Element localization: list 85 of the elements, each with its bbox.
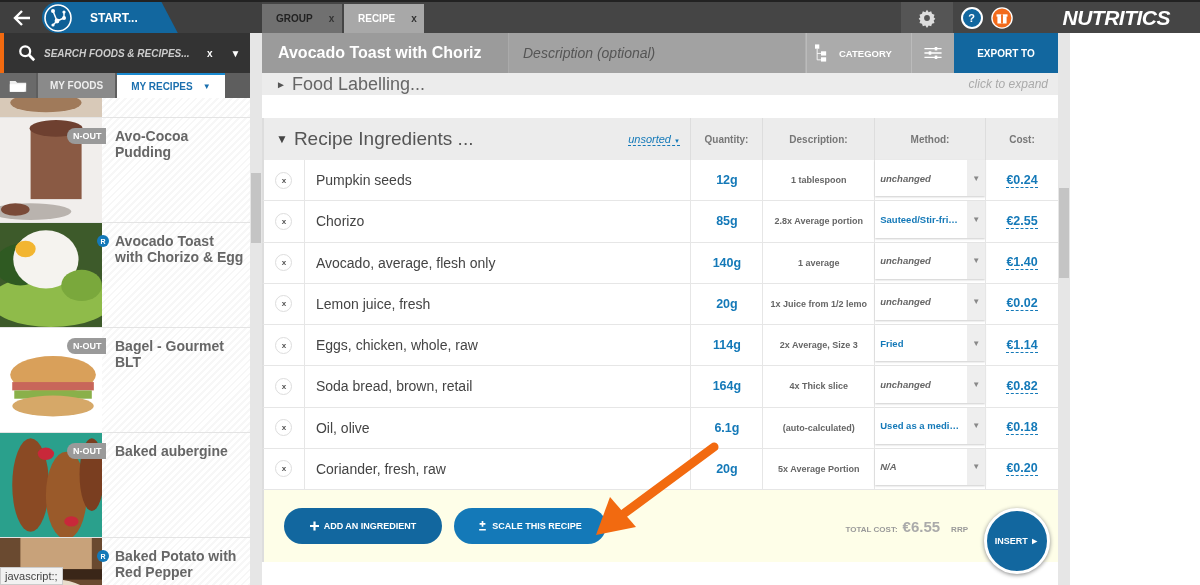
ingredient-name: Oil, olive [314, 418, 371, 438]
table-cell: 2x Average, Size 3 [762, 325, 875, 366]
cost-value[interactable]: €0.18 [1006, 420, 1038, 436]
plus-icon [309, 521, 319, 531]
dropdown-caret-icon[interactable]: ▼ [225, 47, 246, 59]
settings-icon[interactable] [916, 7, 937, 28]
tab[interactable]: RECIPE x [344, 4, 424, 33]
recipe-name[interactable]: Baked aubergine [115, 443, 228, 459]
insert-button[interactable]: INSERT ► [984, 508, 1050, 574]
n-out-badge: N-OUT [67, 338, 106, 354]
n-out-badge: N-OUT [67, 128, 106, 144]
cost-value[interactable]: €0.20 [1006, 461, 1038, 477]
plus-minus-icon [478, 521, 488, 531]
recipe-name[interactable]: Baked Potato with Red Pepper [115, 548, 244, 580]
quantity-value[interactable]: 20g [716, 296, 738, 311]
sidebar-tab[interactable]: MY RECIPES ▼ [117, 73, 225, 98]
collapse-arrow-icon[interactable]: ▼ [276, 132, 288, 146]
cost-value[interactable]: €1.40 [1006, 255, 1038, 271]
recipe-name[interactable]: Avo-Cocoa Pudding [115, 128, 244, 160]
back-arrow-icon[interactable] [12, 7, 32, 28]
method-dropdown[interactable]: unchanged ▼ [875, 242, 986, 279]
scrollbar-thumb[interactable] [1059, 188, 1069, 278]
quantity-value[interactable]: 12g [716, 173, 738, 188]
method-dropdown[interactable]: Used as a medi… ▼ [875, 407, 986, 444]
method-dropdown[interactable]: unchanged ▼ [875, 160, 986, 197]
molecule-logo-icon [44, 3, 72, 32]
expand-arrow-icon[interactable]: ► [276, 78, 286, 90]
sliders-icon[interactable] [924, 47, 942, 59]
total-cost-value: €6.55 [902, 517, 941, 535]
table-cell: 1 average [762, 242, 875, 283]
total-cost-label: TOTAL COST: [845, 524, 898, 534]
cost-value[interactable]: €0.02 [1006, 296, 1038, 312]
method-dropdown[interactable]: N/A ▼ [875, 448, 986, 485]
quantity-value[interactable]: 114g [713, 338, 741, 353]
quantity-value[interactable]: 164g [712, 379, 742, 394]
section-title: Recipe Ingredients ... [293, 128, 474, 150]
quantity-value[interactable]: 140g [712, 255, 742, 270]
ingredient-name: Soda bread, brown, retail [314, 377, 474, 397]
export-button[interactable]: EXPORT TO [954, 33, 1058, 73]
section-title[interactable]: Food Labelling... [291, 73, 425, 95]
scrollbar-thumb[interactable] [251, 173, 261, 243]
ingredient-name: Avocado, average, flesh only [314, 253, 497, 273]
quantity-value[interactable]: 85g [716, 214, 738, 229]
cost-value[interactable]: €0.24 [1006, 172, 1038, 188]
description-field[interactable]: Description (optional) [509, 33, 806, 73]
column-header: Quantity: [690, 118, 762, 160]
search-field[interactable]: SEARCH FOODS & RECIPES... x ▼ [0, 33, 250, 73]
method-dropdown[interactable]: unchanged ▼ [875, 283, 986, 320]
table-cell: 5x Average Portion [762, 448, 875, 489]
search-icon [18, 44, 36, 62]
ingredient-name: Pumpkin seeds [314, 171, 413, 191]
table-cell: 1x Juice from 1/2 lemo [762, 283, 875, 324]
ingredient-name: Chorizo [314, 212, 366, 232]
recipe-name[interactable]: Avocado Toast with Chorizo & Egg [115, 233, 244, 265]
help-button[interactable]: ? [960, 6, 983, 29]
ingredient-name: Eggs, chicken, whole, raw [314, 336, 479, 356]
quantity-value[interactable]: 6.1g [714, 420, 740, 435]
hierarchy-icon [815, 44, 827, 62]
table-cell: 4x Thick slice [762, 366, 875, 407]
add-ingredient-button[interactable]: ADD AN INGREDIENT [284, 508, 442, 544]
method-dropdown[interactable]: Sauteed/Stir-fri… ▼ [875, 201, 986, 238]
cost-value[interactable]: €1.14 [1006, 337, 1038, 353]
cost-value[interactable]: €0.82 [1006, 378, 1038, 394]
status-tooltip: javascript:; [0, 567, 63, 585]
table-cell: 1 tablespoon [762, 160, 875, 201]
method-dropdown[interactable]: Fried ▼ [875, 325, 986, 362]
rrp-label: RRP [951, 524, 968, 534]
sidebar-tab[interactable]: MY FOODS [38, 73, 116, 98]
ingredient-name: Coriander, fresh, raw [314, 459, 447, 479]
ingredient-name: Lemon juice, fresh [314, 294, 432, 314]
column-header: Description: [762, 118, 874, 160]
folder-icon [9, 78, 27, 93]
recipe-name[interactable]: Bagel - Gourmet BLT [115, 338, 244, 370]
table-cell: (auto-calculated) [762, 407, 875, 448]
scale-recipe-button[interactable]: SCALE THIS RECIPE [454, 508, 606, 544]
cost-value[interactable]: €2.55 [1006, 213, 1038, 229]
table-cell: 2.8x Average portion [762, 201, 875, 242]
quantity-value[interactable]: 20g [716, 461, 738, 476]
expand-hint: click to expand [968, 77, 1048, 91]
tab[interactable]: GROUP x [262, 4, 342, 33]
folder-tab[interactable] [0, 73, 36, 98]
method-dropdown[interactable]: unchanged ▼ [875, 366, 986, 403]
start-button[interactable]: START... [42, 2, 178, 33]
clear-button[interactable]: x [202, 47, 218, 59]
logo: NUTRITICS [1062, 5, 1170, 30]
